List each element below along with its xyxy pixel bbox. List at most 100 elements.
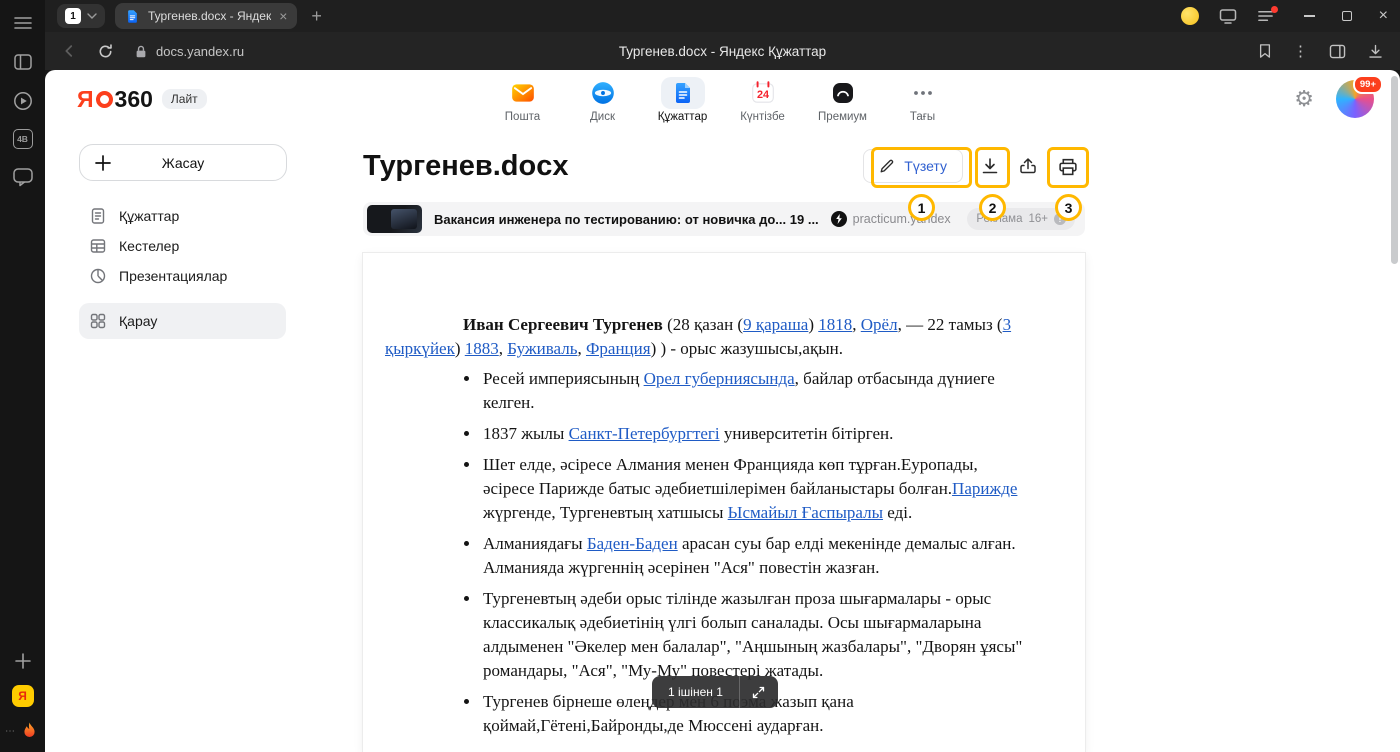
doc-text: Ресей империясының bbox=[483, 369, 644, 388]
download-button[interactable] bbox=[975, 149, 1005, 183]
tab-count: 1 bbox=[65, 8, 81, 24]
edit-button[interactable]: Түзету bbox=[863, 149, 963, 183]
play-icon[interactable] bbox=[12, 90, 34, 112]
tab-turgenev-docx[interactable]: Тургенев.docx - Яндек × bbox=[115, 3, 297, 29]
maximize-icon[interactable] bbox=[1342, 11, 1352, 21]
app-more[interactable]: Тағы bbox=[896, 77, 950, 123]
chevron-down-icon bbox=[87, 13, 97, 19]
doc-text: ) bbox=[808, 315, 818, 334]
ad-source-text: practicum.yandex bbox=[853, 212, 951, 226]
doc-link[interactable]: Ысмайыл Ғаспыралы bbox=[728, 503, 883, 522]
doc-text: , bbox=[852, 315, 861, 334]
share-button[interactable] bbox=[1013, 149, 1043, 183]
grid-icon bbox=[89, 312, 107, 330]
calendar-icon: 24 bbox=[741, 77, 785, 109]
annotation-number-3: 3 bbox=[1055, 194, 1082, 221]
minimize-icon[interactable] bbox=[1304, 15, 1315, 17]
lock-icon bbox=[134, 44, 148, 59]
create-label: Жасау bbox=[162, 155, 205, 171]
doc-bullet: Шет елде, әсіресе Алмания менен Францияд… bbox=[481, 453, 1023, 525]
device-sync-icon[interactable] bbox=[1219, 8, 1237, 25]
doc-bullet: 1837 жылы Санкт-Петербургтегі университе… bbox=[481, 422, 1023, 446]
doc-text: Алманиядағы bbox=[483, 534, 587, 553]
site-chip[interactable]: docs.yandex.ru bbox=[134, 44, 244, 59]
doc-text: жүргенде, Тургеневтың хатшысы bbox=[483, 503, 728, 522]
tab-counter[interactable]: 1 bbox=[57, 4, 105, 28]
yandex360-logo[interactable]: Я 360 Лайт bbox=[77, 86, 207, 113]
close-tab-icon[interactable]: × bbox=[279, 9, 287, 23]
app-label: Тағы bbox=[910, 111, 935, 123]
document-icon bbox=[89, 207, 107, 225]
edit-label: Түзету bbox=[904, 158, 947, 174]
sidebar-item-presentations[interactable]: Презентациялар bbox=[79, 261, 286, 291]
pinned-extension-icon[interactable]: 4B bbox=[13, 129, 33, 149]
notification-dot bbox=[1271, 6, 1278, 13]
dots-vertical-icon[interactable]: ⋮ bbox=[1293, 42, 1308, 60]
sidebar-item-documents[interactable]: Құжаттар bbox=[79, 201, 286, 231]
disk-icon bbox=[581, 77, 625, 109]
doc-link[interactable]: 1818 bbox=[818, 315, 852, 334]
docs-sidebar: Жасау Құжаттар Кестелер Презентациялар bbox=[45, 128, 300, 752]
yandex360-header: Я 360 Лайт Пошта Диск bbox=[45, 70, 1400, 128]
notification-count-badge: 99+ bbox=[1353, 75, 1383, 94]
browser-edge-strip: 4B Я ⋯ bbox=[0, 0, 45, 752]
sidebar-item-tables[interactable]: Кестелер bbox=[79, 231, 286, 261]
document-area: Тургенев.docx Түзету bbox=[300, 128, 1400, 752]
flame-icon[interactable] bbox=[18, 720, 40, 742]
app-mail[interactable]: Пошта bbox=[496, 77, 550, 123]
sidebar-item-view[interactable]: Қарау bbox=[79, 303, 286, 339]
app-disk[interactable]: Диск bbox=[576, 77, 630, 123]
doc-link[interactable]: Парижде bbox=[952, 479, 1017, 498]
doc-bullet: Тургеневтың әдеби орыс тілінде жазылған … bbox=[481, 587, 1023, 683]
drag-dots-icon: ⋯ bbox=[5, 726, 15, 737]
avatar[interactable]: 99+ bbox=[1336, 80, 1374, 118]
doc-link[interactable]: Санкт-Петербургтегі bbox=[569, 424, 720, 443]
doc-text: , bbox=[577, 339, 586, 358]
svg-text:24: 24 bbox=[756, 89, 768, 101]
bookmark-icon[interactable] bbox=[1258, 43, 1272, 59]
mail-icon bbox=[501, 77, 545, 109]
fullscreen-button[interactable] bbox=[740, 676, 778, 708]
premium-icon bbox=[821, 77, 865, 109]
gear-icon[interactable]: ⚙ bbox=[1294, 88, 1314, 110]
doc-intro: Иван Сергеевич Тургенев (28 қазан (9 қар… bbox=[385, 313, 1023, 361]
app-docs[interactable]: Құжаттар bbox=[656, 77, 710, 123]
yandex-icon[interactable]: Я bbox=[12, 685, 34, 707]
alice-icon[interactable] bbox=[1181, 7, 1199, 25]
share-icon bbox=[1018, 156, 1038, 176]
add-panel-icon[interactable] bbox=[12, 650, 34, 672]
sidebar-panel-icon[interactable] bbox=[12, 51, 34, 73]
doc-link[interactable]: Франция bbox=[586, 339, 651, 358]
app-premium[interactable]: Премиум bbox=[816, 77, 870, 123]
sidebar-item-label: Қарау bbox=[119, 313, 157, 329]
menu-icon[interactable] bbox=[12, 12, 34, 34]
page-title: Тургенев.docx - Яндекс Құжаттар bbox=[45, 44, 1400, 59]
doc-text: еді. bbox=[883, 503, 912, 522]
table-icon bbox=[89, 237, 107, 255]
ad-banner[interactable]: Вакансия инженера по тестированию: от но… bbox=[363, 202, 1085, 236]
downloads-icon[interactable] bbox=[1367, 43, 1384, 60]
notifications-icon[interactable] bbox=[1257, 9, 1274, 23]
panels-icon[interactable] bbox=[1329, 44, 1346, 59]
doc-link[interactable]: Орел губерниясында bbox=[644, 369, 795, 388]
page-counter-pill: 1 ішінен 1 bbox=[652, 676, 778, 708]
reload-icon[interactable] bbox=[97, 43, 114, 60]
new-tab-icon[interactable]: + bbox=[307, 7, 326, 25]
close-window-icon[interactable]: × bbox=[1379, 8, 1388, 24]
create-button[interactable]: Жасау bbox=[79, 144, 287, 181]
back-icon[interactable] bbox=[61, 43, 77, 59]
doc-link[interactable]: Орёл bbox=[861, 315, 898, 334]
doc-link[interactable]: Баден-Баден bbox=[587, 534, 678, 553]
doc-text: университетін бітірген. bbox=[720, 424, 894, 443]
doc-text: Тургеневтың әдеби орыс тілінде жазылған … bbox=[483, 589, 1022, 680]
scrollbar-thumb[interactable] bbox=[1391, 76, 1398, 264]
chat-icon[interactable] bbox=[12, 166, 34, 188]
expand-icon bbox=[751, 685, 766, 700]
app-calendar[interactable]: 24 Күнтізбе bbox=[736, 77, 790, 123]
doc-link[interactable]: 1883 bbox=[465, 339, 499, 358]
app-switcher: Пошта Диск Құжаттар 24 Күнтізбе bbox=[496, 77, 950, 123]
app-label: Құжаттар bbox=[658, 111, 707, 123]
print-button[interactable] bbox=[1051, 149, 1085, 183]
doc-link[interactable]: Буживаль bbox=[507, 339, 577, 358]
doc-link[interactable]: 9 қараша bbox=[743, 315, 808, 334]
